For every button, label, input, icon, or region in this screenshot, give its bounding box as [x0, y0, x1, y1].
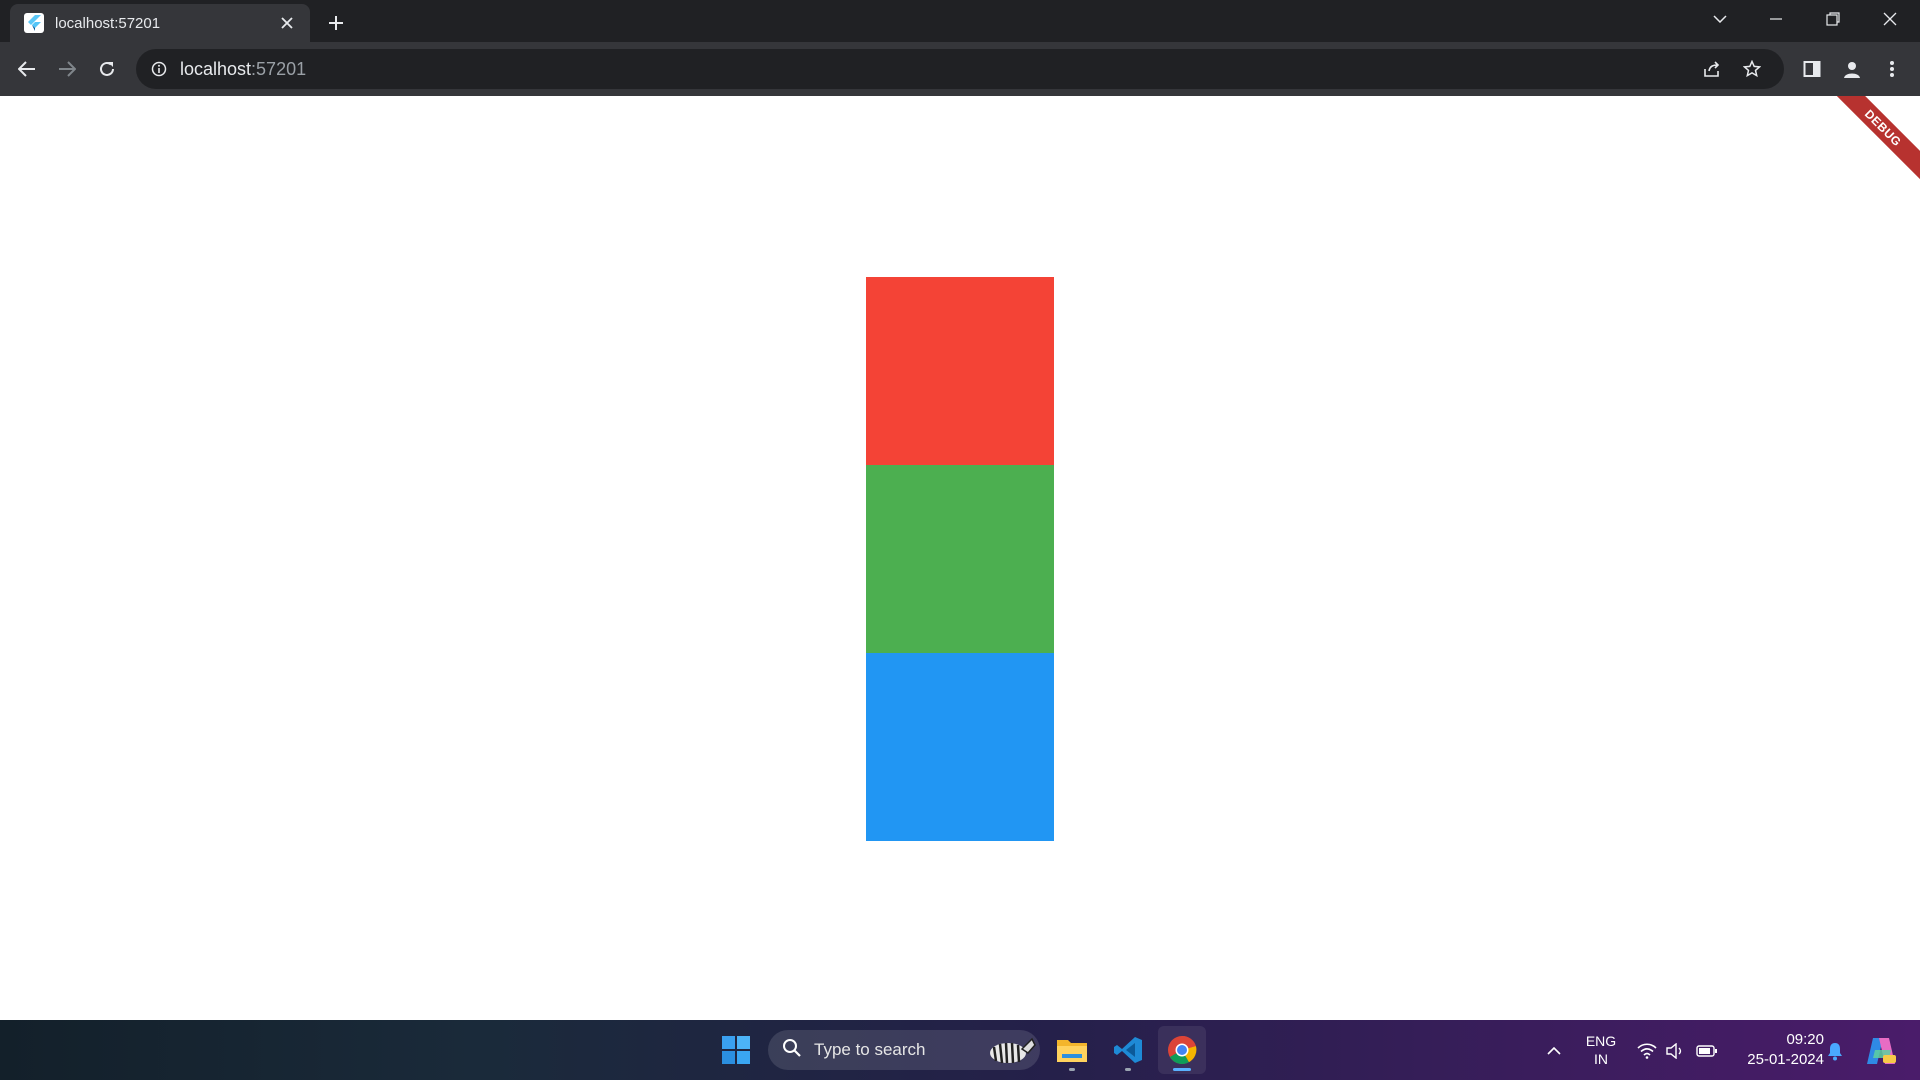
side-panel-icon[interactable] — [1796, 53, 1828, 85]
start-button[interactable] — [712, 1026, 760, 1074]
vscode-icon[interactable] — [1104, 1026, 1152, 1074]
chrome-icon[interactable] — [1158, 1026, 1206, 1074]
close-window-button[interactable] — [1862, 0, 1918, 38]
url-host: localhost — [180, 58, 252, 79]
browser-titlebar: localhost:57201 — [0, 0, 1920, 42]
vscode-running-indicator — [1125, 1068, 1131, 1071]
flutter-favicon-icon — [24, 13, 44, 33]
region-code: IN — [1594, 1051, 1608, 1067]
taskbar-search[interactable]: Type to search — [768, 1030, 1040, 1070]
red-box — [866, 277, 1054, 465]
tab-title: localhost:57201 — [55, 14, 161, 32]
battery-icon[interactable] — [1696, 1040, 1718, 1062]
file-explorer-icon[interactable] — [1048, 1026, 1096, 1074]
language-code: ENG — [1585, 1033, 1617, 1049]
chrome-active-indicator — [1173, 1068, 1191, 1071]
windows-taskbar: Type to search ENG IN 09:20 25-01-2024 — [0, 1020, 1920, 1080]
restore-button[interactable] — [1805, 0, 1861, 38]
share-icon[interactable] — [1696, 53, 1728, 85]
debug-banner: DEBUG — [1822, 96, 1920, 189]
page-viewport: DEBUG — [0, 96, 1920, 1020]
bookmark-star-icon[interactable] — [1736, 53, 1768, 85]
minimize-button[interactable] — [1748, 0, 1804, 38]
site-info-icon[interactable] — [150, 60, 168, 78]
search-placeholder: Type to search — [814, 1040, 926, 1059]
forward-button[interactable] — [51, 53, 83, 85]
clock[interactable]: 09:20 25-01-2024 — [1730, 1030, 1824, 1070]
back-button[interactable] — [11, 53, 43, 85]
browser-tab[interactable]: localhost:57201 — [10, 4, 310, 42]
clock-time: 09:20 — [1786, 1031, 1824, 1048]
more-menu-icon[interactable] — [1876, 53, 1908, 85]
new-tab-button[interactable] — [322, 9, 350, 37]
wifi-icon[interactable] — [1636, 1040, 1658, 1062]
tab-search-chevron-icon[interactable] — [1692, 0, 1748, 38]
browser-toolbar: localhost:57201 — [0, 42, 1920, 96]
reload-button[interactable] — [91, 53, 123, 85]
url-port: :57201 — [251, 58, 307, 79]
zebra-highlight-icon — [982, 1032, 1036, 1068]
file-explorer-running-indicator — [1069, 1068, 1075, 1071]
show-hidden-icons-chevron-icon[interactable] — [1543, 1040, 1565, 1062]
blue-box — [866, 653, 1054, 841]
green-box — [866, 465, 1054, 653]
search-icon — [782, 1038, 802, 1063]
notification-bell-icon[interactable] — [1824, 1040, 1846, 1062]
language-indicator[interactable]: ENG IN — [1580, 1032, 1622, 1068]
clock-date: 25-01-2024 — [1747, 1051, 1824, 1068]
copilot-icon[interactable] — [1864, 1034, 1898, 1068]
tab-close-icon[interactable] — [276, 12, 298, 34]
profile-avatar-icon[interactable] — [1836, 53, 1868, 85]
volume-icon[interactable] — [1664, 1040, 1686, 1062]
address-bar[interactable]: localhost:57201 — [136, 49, 1784, 89]
